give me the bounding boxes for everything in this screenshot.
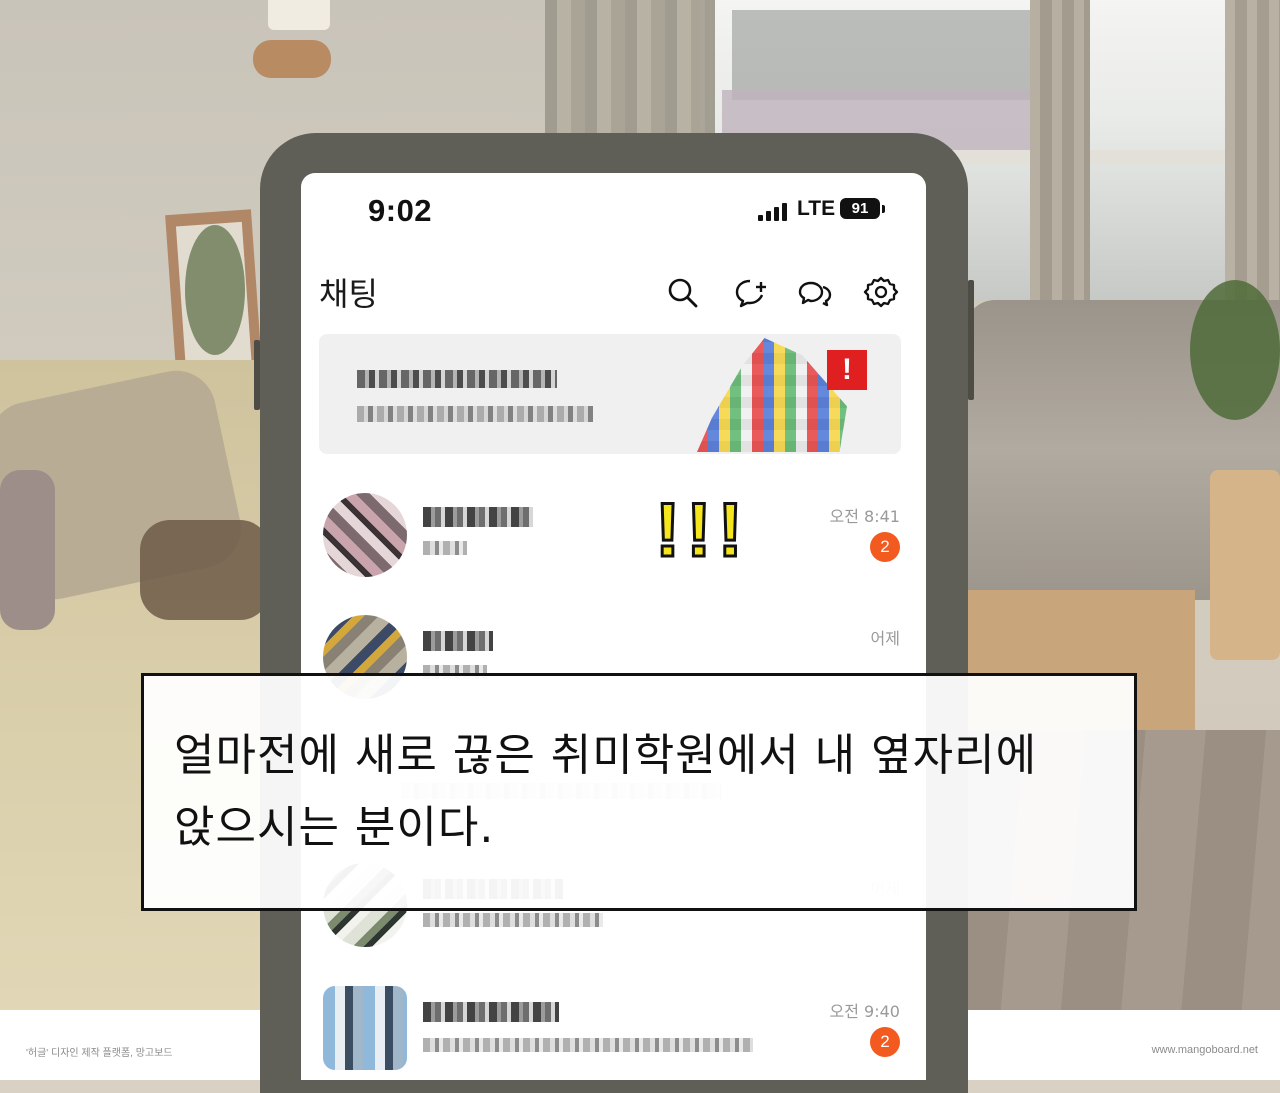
banner-blurred-title [357,370,557,388]
chat-time: 오전 9:40 [829,1002,900,1021]
search-icon[interactable] [665,275,701,311]
plant [1190,280,1280,420]
chat-preview-blurred [423,913,603,927]
volume-button [254,340,260,410]
caption-box: 얼마전에 새로 끊은 취미학원에서 내 옆자리에 앉으시는 분이다. [141,673,1137,911]
chat-name-blurred [423,631,493,651]
banner-blurred-subtitle [357,406,593,422]
battery-icon: 91 [840,198,880,219]
credit-right: www.mangoboard.net [1151,1044,1258,1056]
chat-preview-blurred [423,541,467,555]
new-chat-icon[interactable] [733,275,769,311]
caption-line-2: 앉으시는 분이다. [174,802,495,853]
chat-preview-blurred [423,1038,753,1052]
credit-left: '허글' 디자인 제작 플랫폼, 망고보드 [26,1048,173,1059]
group-avatar [323,986,407,1070]
exclamation-overlay: !!! [654,488,749,573]
unread-badge: 2 [870,1027,900,1057]
chat-name-blurred [423,507,533,527]
settings-icon[interactable] [863,275,899,311]
network-type: LTE [797,197,836,220]
chat-list-item[interactable]: 오전 8:41 2 [301,483,926,593]
phone-screen: 9:02 LTE 91 채팅 ! 오전 8:41 2 !!! 어제 오전 9:4… [301,173,926,1080]
banner-mosaic-image [697,338,847,452]
chat-time: 어제 [870,629,900,648]
page-title: 채팅 [319,275,378,313]
avatar [323,493,407,577]
chat-time: 오전 8:41 [829,507,900,526]
signal-icon [758,201,790,221]
chat-list-item[interactable]: 오전 9:40 2 [301,978,926,1080]
wall-lamp [268,0,330,30]
power-button [968,280,974,400]
promo-banner[interactable]: ! [319,334,901,454]
chat-name-blurred [423,1002,559,1022]
caption-text: 얼마전에 새로 끊은 취미학원에서 내 옆자리에 앉으시는 분이다. [174,720,1104,864]
status-time: 9:02 [368,193,433,228]
open-chat-icon[interactable] [797,275,833,311]
banner-alert-icon: ! [827,350,867,390]
unread-badge: 2 [870,532,900,562]
caption-line-1: 얼마전에 새로 끊은 취미학원에서 내 옆자리에 [174,730,1038,781]
